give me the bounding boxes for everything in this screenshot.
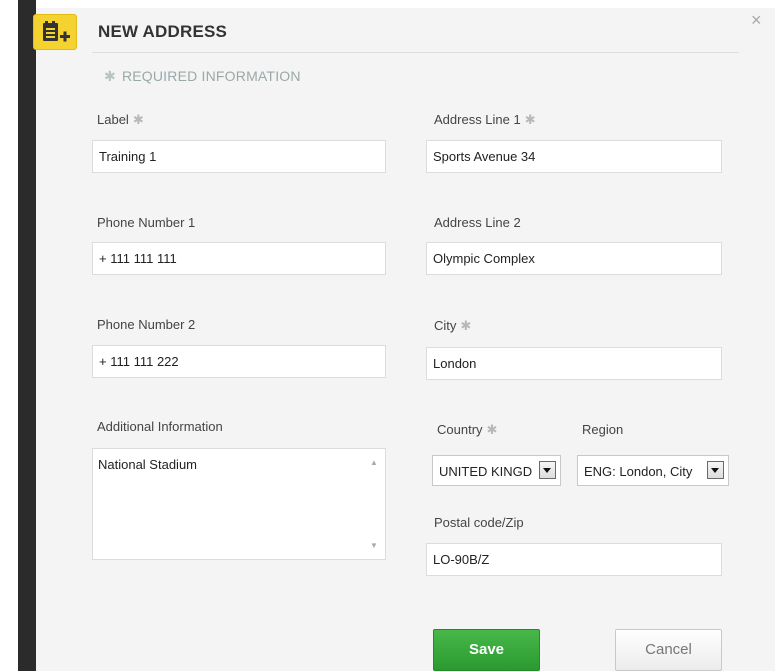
phone-number-1-label: Phone Number 1 <box>97 215 196 230</box>
postal-code-label: Postal code/Zip <box>434 515 524 530</box>
required-star-icon: ✱ <box>460 318 472 333</box>
address-line-1-label: Address Line 1 ✱ <box>434 112 536 128</box>
required-star-icon: ✱ <box>524 112 536 127</box>
address-line-2-input[interactable] <box>426 242 722 275</box>
region-label: Region <box>582 422 624 437</box>
required-star-icon: ✱ <box>104 68 116 84</box>
required-star-icon: ✱ <box>486 422 498 437</box>
country-label-text: Country <box>437 422 483 437</box>
city-label-text: City <box>434 318 457 333</box>
top-strip <box>36 0 775 8</box>
postal-code-input[interactable] <box>426 543 722 576</box>
dropdown-arrow-icon[interactable] <box>539 461 556 479</box>
additional-information-textarea[interactable]: National Stadium <box>93 449 365 559</box>
country-selected-value: UNITED KINGD <box>439 464 533 479</box>
region-selected-value: ENG: London, City <box>584 464 693 479</box>
phone-number-1-input[interactable] <box>92 242 386 275</box>
close-icon[interactable]: × <box>751 11 762 29</box>
city-input[interactable] <box>426 347 722 380</box>
country-label: Country ✱ <box>437 422 497 438</box>
address-line-1-label-text: Address Line 1 <box>434 112 521 127</box>
required-note-text: REQUIRED INFORMATION <box>121 68 301 84</box>
required-information-note: ✱ REQUIRED INFORMATION <box>104 68 301 85</box>
phone-number-2-input[interactable] <box>92 345 386 378</box>
city-label: City ✱ <box>434 318 471 334</box>
address-line-2-label: Address Line 2 <box>434 215 521 230</box>
additional-information-label: Additional Information <box>97 419 223 434</box>
dialog-title: NEW ADDRESS <box>98 22 228 41</box>
phone-number-2-label: Phone Number 2 <box>97 317 196 332</box>
required-star-icon: ✱ <box>132 112 144 127</box>
dark-side-bar <box>18 0 36 671</box>
label-field-label-text: Label <box>97 112 129 127</box>
save-button[interactable]: Save <box>433 629 540 671</box>
address-line-1-input[interactable] <box>426 140 722 173</box>
header-divider <box>92 52 739 53</box>
scroll-down-arrow-icon[interactable]: ▼ <box>370 541 378 550</box>
label-field-label: Label ✱ <box>97 112 144 128</box>
cancel-button[interactable]: Cancel <box>615 629 722 671</box>
dropdown-arrow-icon[interactable] <box>707 461 724 479</box>
region-select[interactable]: ENG: London, City <box>577 455 729 486</box>
address-book-add-icon <box>33 14 77 50</box>
left-sidebar-strip <box>0 0 36 671</box>
country-select[interactable]: UNITED KINGD <box>432 455 561 486</box>
textarea-scrollbar[interactable]: ▲ ▼ <box>366 450 384 558</box>
additional-information-field: National Stadium ▲ ▼ <box>92 448 386 560</box>
label-input[interactable] <box>92 140 386 173</box>
scroll-up-arrow-icon[interactable]: ▲ <box>370 458 378 467</box>
